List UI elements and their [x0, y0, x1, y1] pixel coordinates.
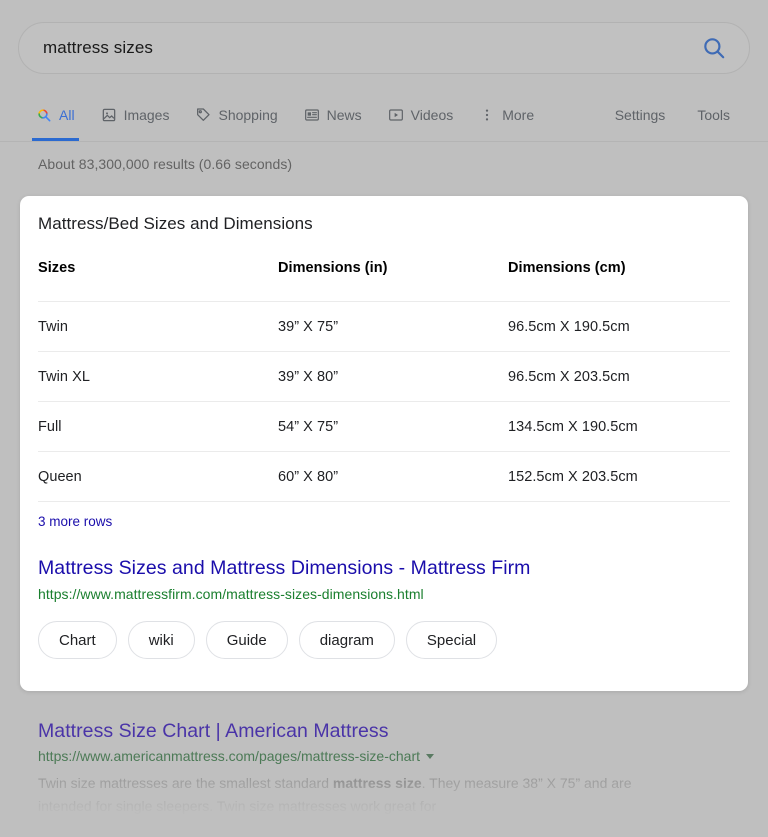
table-row: Queen 60” X 80” 152.5cm X 203.5cm: [38, 452, 730, 502]
related-chips: Chart wiki Guide diagram Special: [38, 621, 497, 659]
source-title-link[interactable]: Mattress Sizes and Mattress Dimensions -…: [38, 556, 728, 580]
chevron-down-icon[interactable]: [426, 754, 434, 759]
more-vertical-icon: [479, 107, 495, 123]
result-url-row: https://www.americanmattress.com/pages/m…: [38, 746, 738, 766]
table-row: Twin 39” X 75” 96.5cm X 190.5cm: [38, 302, 730, 352]
result-stats: About 83,300,000 results (0.66 seconds): [38, 156, 292, 172]
snippet-bold: mattress size: [333, 775, 422, 791]
tab-more-label: More: [502, 107, 534, 123]
table-header-dimensions-cm: Dimensions (cm): [508, 254, 730, 276]
tab-images[interactable]: Images: [101, 98, 170, 132]
cell-dimensions-in: 39” X 80”: [278, 369, 508, 385]
search-input[interactable]: mattress sizes: [43, 38, 701, 58]
table-row: Twin XL 39” X 80” 96.5cm X 203.5cm: [38, 352, 730, 402]
source-result: Mattress Sizes and Mattress Dimensions -…: [38, 556, 728, 604]
search-icon: [36, 107, 52, 123]
tab-shopping-label: Shopping: [218, 107, 277, 123]
chip-chart[interactable]: Chart: [38, 621, 117, 659]
cell-dimensions-cm: 152.5cm X 203.5cm: [508, 469, 730, 485]
cell-size: Twin: [38, 319, 278, 335]
featured-snippet-card: Mattress/Bed Sizes and Dimensions Sizes …: [20, 196, 748, 691]
snippet-part-1: Twin size mattresses are the smallest st…: [38, 775, 333, 791]
chip-diagram[interactable]: diagram: [299, 621, 395, 659]
tab-news[interactable]: News: [304, 98, 362, 132]
cell-dimensions-cm: 96.5cm X 203.5cm: [508, 369, 730, 385]
card-title: Mattress/Bed Sizes and Dimensions: [38, 214, 313, 234]
result-url[interactable]: https://www.americanmattress.com/pages/m…: [38, 746, 420, 766]
table-header-dimensions-in: Dimensions (in): [278, 254, 508, 276]
tools-button[interactable]: Tools: [697, 107, 730, 123]
chip-special[interactable]: Special: [406, 621, 497, 659]
search-nav: All Images Shopping: [0, 98, 768, 140]
video-icon: [388, 107, 404, 123]
nav-tab-list: All Images Shopping: [36, 98, 560, 132]
chip-wiki[interactable]: wiki: [128, 621, 195, 659]
settings-button[interactable]: Settings: [615, 107, 666, 123]
chip-guide[interactable]: Guide: [206, 621, 288, 659]
cell-dimensions-cm: 134.5cm X 190.5cm: [508, 419, 730, 435]
table-header-row: Sizes Dimensions (in) Dimensions (cm): [38, 254, 730, 302]
search-bar[interactable]: mattress sizes: [18, 22, 750, 74]
nav-right-actions: Settings Tools: [615, 98, 730, 132]
tag-icon: [195, 107, 211, 123]
dimensions-table: Sizes Dimensions (in) Dimensions (cm) Tw…: [38, 254, 730, 502]
tab-videos[interactable]: Videos: [388, 98, 454, 132]
source-url[interactable]: https://www.mattressfirm.com/mattress-si…: [38, 584, 728, 604]
table-row: Full 54” X 75” 134.5cm X 190.5cm: [38, 402, 730, 452]
cell-dimensions-in: 60” X 80”: [278, 469, 508, 485]
tab-all-label: All: [59, 107, 75, 123]
more-rows-link[interactable]: 3 more rows: [38, 514, 112, 529]
nav-divider: [0, 141, 768, 142]
cell-dimensions-cm: 96.5cm X 190.5cm: [508, 319, 730, 335]
result-title-link[interactable]: Mattress Size Chart | American Mattress: [38, 718, 738, 744]
news-icon: [304, 107, 320, 123]
cell-size: Queen: [38, 469, 278, 485]
tab-all[interactable]: All: [36, 98, 75, 132]
search-icon[interactable]: [701, 35, 727, 61]
tab-videos-label: Videos: [411, 107, 454, 123]
organic-result: Mattress Size Chart | American Mattress …: [38, 718, 738, 818]
cell-dimensions-in: 54” X 75”: [278, 419, 508, 435]
tab-more[interactable]: More: [479, 98, 534, 132]
result-snippet: Twin size mattresses are the smallest st…: [38, 772, 683, 818]
tab-news-label: News: [327, 107, 362, 123]
tab-images-label: Images: [124, 107, 170, 123]
cell-size: Full: [38, 419, 278, 435]
cell-size: Twin XL: [38, 369, 278, 385]
cell-dimensions-in: 39” X 75”: [278, 319, 508, 335]
table-header-sizes: Sizes: [38, 254, 278, 276]
tab-shopping[interactable]: Shopping: [195, 98, 277, 132]
image-icon: [101, 107, 117, 123]
